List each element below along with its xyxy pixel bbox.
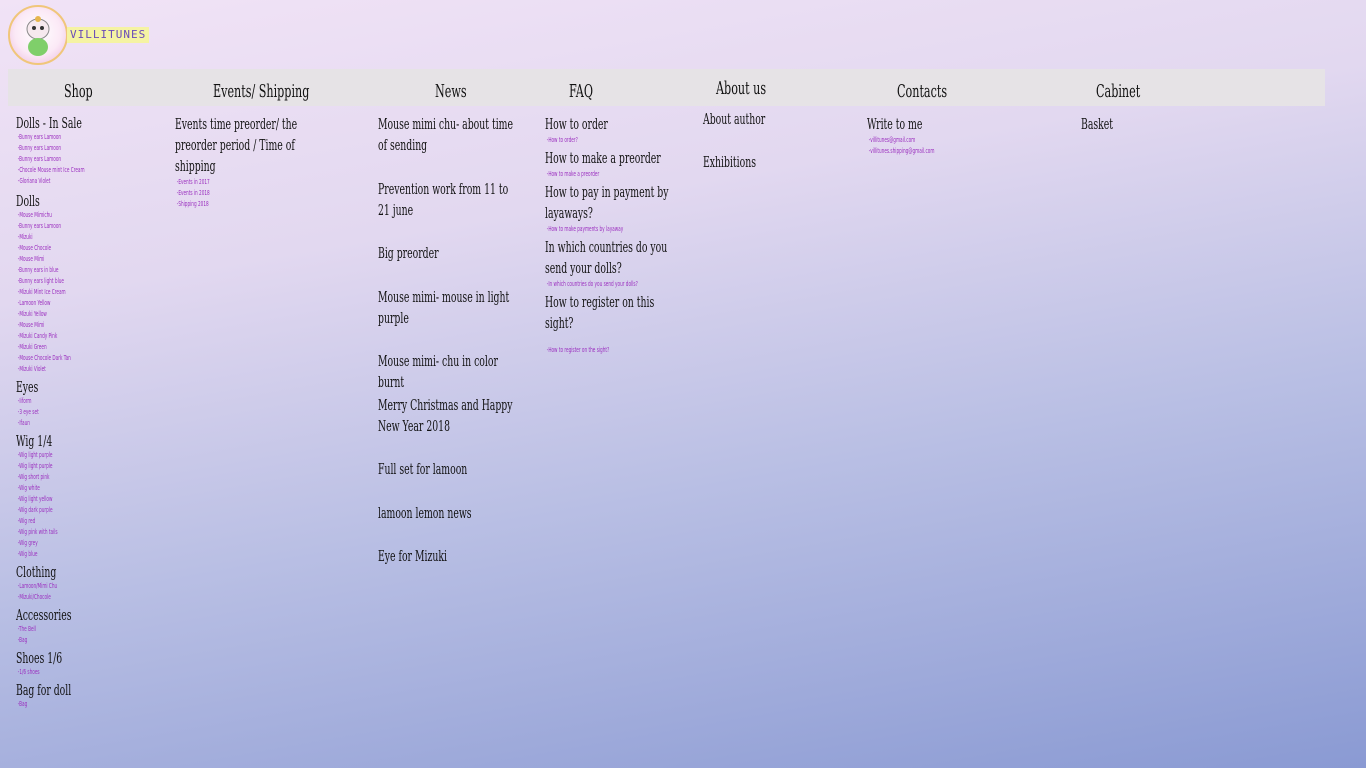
faq-question[interactable]: How to order — [545, 114, 685, 135]
faq-question[interactable]: How to pay in payment by layaways? — [545, 182, 685, 224]
list-item[interactable]: -Wig blue — [16, 549, 85, 560]
shop-category: Dolls -Mouse Mimichu -Bunny ears Lamoon … — [16, 192, 130, 375]
list-item[interactable]: -Mouse Chocole — [16, 243, 85, 254]
news-link[interactable]: Mouse mimi- mouse in light purple — [378, 287, 518, 329]
list-item[interactable]: -Wig light yellow — [16, 494, 85, 505]
list-item[interactable]: -Events in 2018 — [175, 188, 328, 199]
list-item[interactable]: -Bunny ears Lamoon — [16, 154, 85, 165]
category-bag-for-doll[interactable]: Bag for doll — [16, 681, 87, 699]
about-author-link[interactable]: About author — [703, 109, 843, 130]
category-dolls-in-sale[interactable]: Dolls - In Sale — [16, 114, 87, 132]
faq-question[interactable]: In which countries do you send your doll… — [545, 237, 685, 279]
write-to-me-link[interactable]: Write to me — [867, 114, 1007, 135]
faq-question[interactable]: How to register on this sight? — [545, 292, 685, 334]
category-eyes[interactable]: Eyes — [16, 378, 87, 396]
list-item[interactable]: -Wig short pink — [16, 472, 85, 483]
list-item[interactable]: -How to register on the sight? — [545, 345, 680, 356]
list-item[interactable]: -Wig grey — [16, 538, 85, 549]
nav-news[interactable]: News — [435, 81, 467, 102]
nav-events-shipping[interactable]: Events/ Shipping — [213, 81, 309, 102]
logo-text[interactable]: VILLITUNES — [67, 27, 150, 43]
list-item[interactable]: -Mouse Mimichu — [16, 210, 85, 221]
nav-about-us[interactable]: About us — [716, 78, 766, 99]
list-item[interactable]: -Ifaun — [16, 418, 85, 429]
list-item[interactable]: -Bag — [16, 699, 85, 710]
doll-icon — [26, 16, 50, 56]
list-item[interactable]: -Bag — [16, 635, 85, 646]
category-dolls[interactable]: Dolls — [16, 192, 87, 210]
basket-link[interactable]: Basket — [1081, 114, 1221, 135]
list-item[interactable]: -Mizuki Green — [16, 342, 85, 353]
list-item[interactable]: -Bunny ears Lamoon — [16, 143, 85, 154]
list-item[interactable]: -Bunny ears Lamoon — [16, 221, 85, 232]
shop-category: Shoes 1/6 -1/6 shoes — [16, 649, 130, 678]
list-item[interactable]: -Mizuki/Chocole — [16, 592, 85, 603]
list-item[interactable]: -Mouse Chocole Dark Tan — [16, 353, 85, 364]
list-item[interactable]: -Mizuki — [16, 232, 85, 243]
cabinet-column: Basket — [1081, 114, 1306, 135]
news-link[interactable]: Mouse mimi chu- about time of sending — [378, 114, 518, 156]
news-link[interactable]: Full set for lamoon — [378, 459, 518, 480]
list-item[interactable]: -Bunny ears light blue — [16, 276, 85, 287]
shop-category: Eyes -Iiform -3 eye set -Ifaun — [16, 378, 130, 429]
news-link[interactable]: Mouse mimi- chu in color burnt — [378, 351, 518, 393]
list-item[interactable]: -Gloriana Violet — [16, 176, 85, 187]
list-item[interactable]: -1/6 shoes — [16, 667, 85, 678]
category-wig[interactable]: Wig 1/4 — [16, 432, 87, 450]
faq-question[interactable]: How to make a preorder — [545, 148, 685, 169]
list-item[interactable]: -Wig red — [16, 516, 85, 527]
logo-image[interactable] — [8, 5, 68, 65]
email-link[interactable]: -villitunes.shipping@gmail.com — [867, 146, 1002, 157]
list-item[interactable]: -Mizuki Yellow — [16, 309, 85, 320]
list-item[interactable]: -Events in 2017 — [175, 177, 328, 188]
list-item[interactable]: -3 eye set — [16, 407, 85, 418]
list-item[interactable]: -How to order? — [545, 135, 680, 146]
list-item[interactable]: -Lamoon Yellow — [16, 298, 85, 309]
list-item[interactable]: -Mouse Mimi — [16, 320, 85, 331]
nav-shop[interactable]: Shop — [64, 81, 93, 102]
category-clothing[interactable]: Clothing — [16, 563, 87, 581]
list-item[interactable]: -In which countries do you send your dol… — [545, 279, 680, 290]
list-item[interactable]: -Bunny ears Lamoon — [16, 132, 85, 143]
news-link[interactable]: lamoon lemon news — [378, 503, 518, 524]
list-item[interactable]: -The Bell — [16, 624, 85, 635]
category-shoes[interactable]: Shoes 1/6 — [16, 649, 87, 667]
news-link[interactable]: Prevention work from 11 to 21 june — [378, 179, 518, 221]
list-item[interactable]: -Wig light purple — [16, 461, 85, 472]
shop-category: Wig 1/4 -Wig light purple -Wig light pur… — [16, 432, 130, 560]
main-nav: Shop Events/ Shipping News FAQ About us … — [8, 69, 1325, 106]
list-item[interactable]: -How to make payments by layaway — [545, 224, 680, 235]
list-item[interactable]: -Bunny ears in blue — [16, 265, 85, 276]
shop-category: Accessories -The Bell -Bag — [16, 606, 130, 646]
shop-category: Bag for doll -Bag — [16, 681, 130, 710]
list-item[interactable]: -Lamoon/Mimi Chu — [16, 581, 85, 592]
shop-category: Dolls - In Sale -Bunny ears Lamoon -Bunn… — [16, 114, 130, 187]
shop-column: Dolls - In Sale -Bunny ears Lamoon -Bunn… — [16, 114, 130, 710]
news-link[interactable]: Eye for Mizuki — [378, 546, 518, 567]
list-item[interactable]: -Chocole Mouse mint Ice Cream — [16, 165, 85, 176]
nav-contacts[interactable]: Contacts — [897, 81, 947, 102]
news-link[interactable]: Merry Christmas and Happy New Year 2018 — [378, 395, 518, 437]
list-item[interactable]: -Wig white — [16, 483, 85, 494]
nav-faq[interactable]: FAQ — [569, 81, 593, 102]
category-accessories[interactable]: Accessories — [16, 606, 87, 624]
list-item[interactable]: -Mizuki Mint Ice Cream — [16, 287, 85, 298]
contacts-column: Write to me -villitunes@gmail.com -villi… — [867, 114, 1092, 157]
list-item[interactable]: -Shipping 2018 — [175, 199, 328, 210]
nav-cabinet[interactable]: Cabinet — [1096, 81, 1140, 102]
list-item[interactable]: -Iiform — [16, 396, 85, 407]
list-item[interactable]: -Mizuki Candy Pink — [16, 331, 85, 342]
list-item[interactable]: -Wig dark purple — [16, 505, 85, 516]
list-item[interactable]: -Mouse Mimi — [16, 254, 85, 265]
exhibitions-link[interactable]: Exhibitions — [703, 152, 843, 173]
list-item[interactable]: -Wig light purple — [16, 450, 85, 461]
news-link[interactable]: Big preorder — [378, 243, 518, 264]
email-link[interactable]: -villitunes@gmail.com — [867, 135, 1002, 146]
list-item[interactable]: -How to make a preorder — [545, 169, 680, 180]
events-title[interactable]: Events time preorder/ the preorder perio… — [175, 114, 333, 177]
list-item[interactable]: -Mizuki Violet — [16, 364, 85, 375]
shop-category: Clothing -Lamoon/Mimi Chu -Mizuki/Chocol… — [16, 563, 130, 603]
list-item[interactable]: -Wig pink with tails — [16, 527, 85, 538]
